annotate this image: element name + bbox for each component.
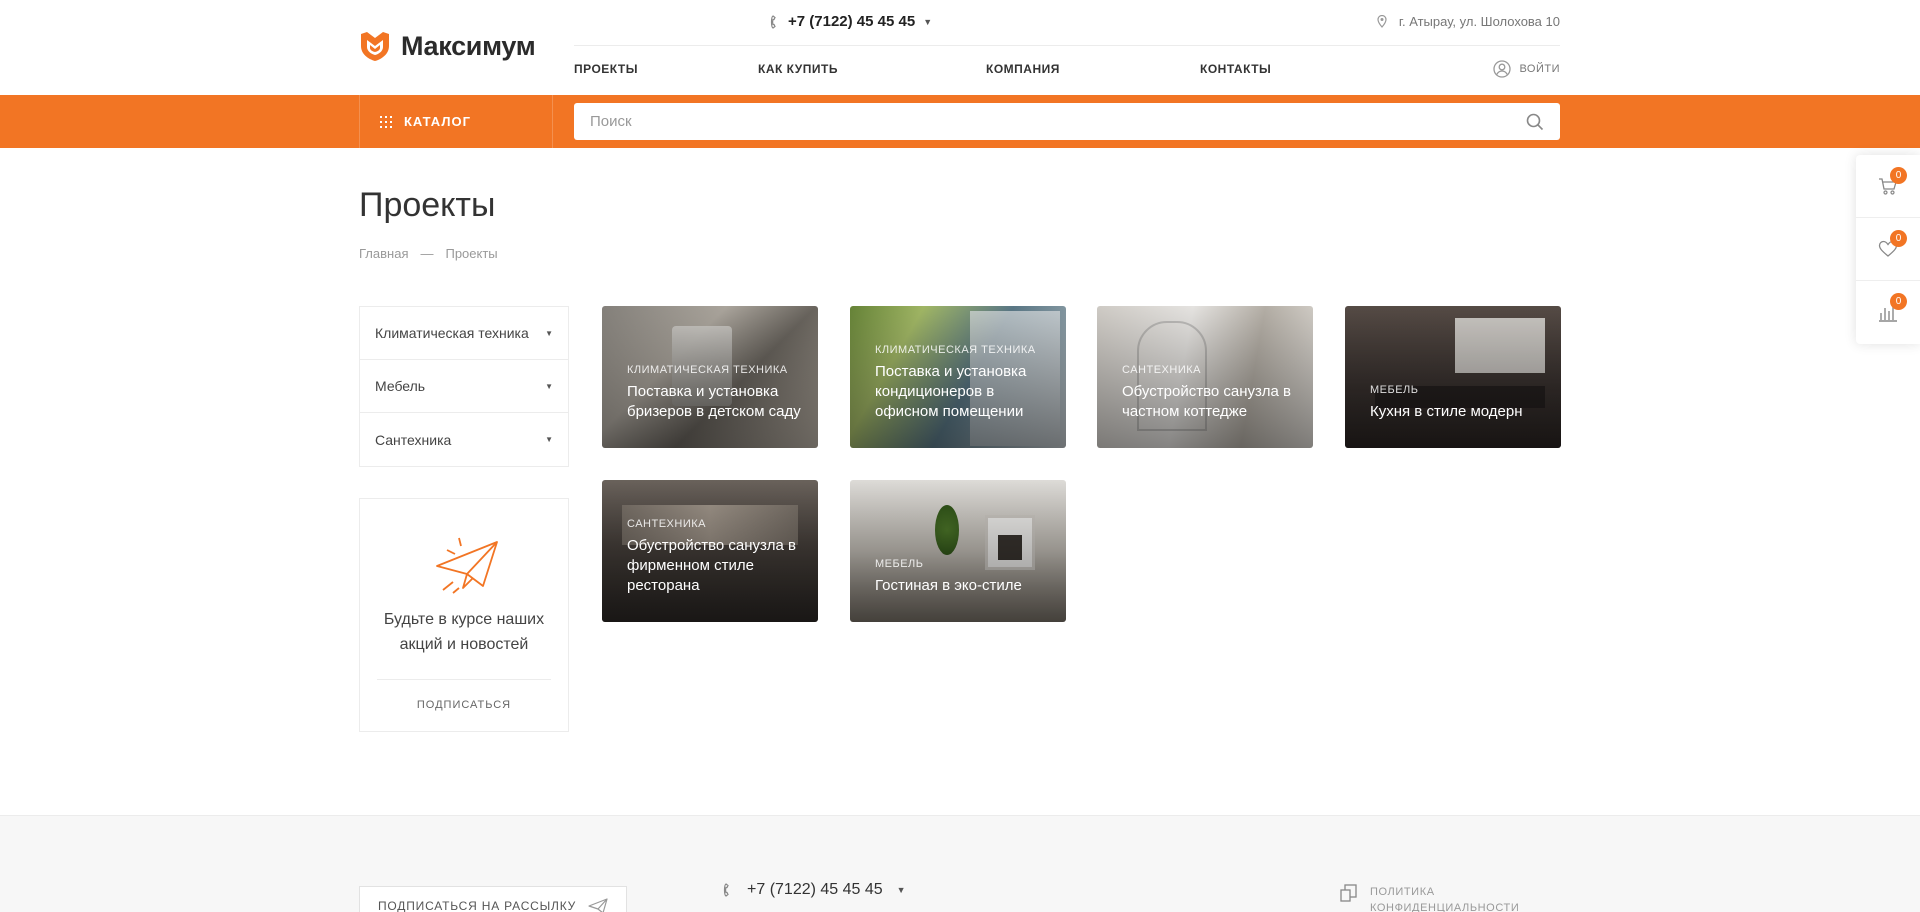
header-phone[interactable]: +7 (7122) 45 45 45 ▼	[770, 13, 932, 30]
search-box	[574, 103, 1560, 140]
logo-text: Максимум	[401, 30, 536, 61]
login-button[interactable]: ВОЙТИ	[1493, 60, 1560, 78]
cart-button[interactable]: 0	[1856, 155, 1920, 218]
subscribe-link[interactable]: ПОДПИСАТЬСЯ	[360, 699, 568, 711]
login-label: ВОЙТИ	[1519, 63, 1560, 75]
page-title: Проекты	[359, 186, 496, 224]
sidebar-menu: Климатическая техника ▼ Мебель ▼ Сантехн…	[359, 306, 569, 467]
chevron-down-icon: ▼	[923, 16, 933, 27]
project-card[interactable]: Мебель Кухня в стиле модерн	[1345, 306, 1561, 448]
footer-subscribe-label: ПОДПИСАТЬСЯ НА РАССЫЛКУ	[378, 899, 577, 912]
project-category: Климатическая техника	[627, 364, 788, 376]
favorites-count-badge: 0	[1890, 230, 1907, 247]
catalog-search-bar: КАТАЛОГ	[0, 95, 1920, 148]
project-title: Обустройство санузла в частном коттедже	[1122, 383, 1291, 420]
subscribe-widget: Будьте в курсе наших акций и новостей ПО…	[359, 498, 569, 732]
nav-contacts[interactable]: КОНТАКТЫ	[1200, 62, 1314, 76]
header-phone-number: +7 (7122) 45 45 45	[788, 13, 916, 30]
sidebar-item-label: Мебель	[375, 378, 426, 394]
footer-phone[interactable]: +7 (7122) 45 45 45 ▼	[723, 881, 906, 899]
compare-button[interactable]: 0	[1856, 281, 1920, 344]
main-nav: ПРОЕКТЫ КАК КУПИТЬ КОМПАНИЯ КОНТАКТЫ	[574, 62, 1314, 76]
paper-plane-icon	[588, 898, 608, 912]
site-footer: ПОДПИСАТЬСЯ НА РАССЫЛКУ +7 (7122) 45 45 …	[0, 815, 1920, 912]
project-card[interactable]: Климатическая техника Поставка и установ…	[602, 306, 818, 448]
header-address: г. Атырау, ул. Шолохова 10	[1377, 14, 1560, 29]
project-title: Гостиная в эко-стиле	[875, 577, 1022, 594]
breadcrumb-current: Проекты	[445, 246, 498, 261]
nav-company[interactable]: КОМПАНИЯ	[986, 62, 1200, 76]
subscribe-divider	[377, 679, 551, 680]
breadcrumb-separator: —	[420, 246, 434, 261]
sidebar-item-plumbing[interactable]: Сантехника ▼	[360, 413, 568, 466]
subscribe-text: Будьте в курсе наших акций и новостей	[383, 611, 545, 653]
chevron-down-icon: ▼	[545, 435, 553, 444]
footer-phone-number: +7 (7122) 45 45 45	[747, 881, 883, 898]
user-icon	[1493, 60, 1512, 78]
project-category: Климатическая техника	[875, 344, 1036, 356]
sidebar-item-climate[interactable]: Климатическая техника ▼	[360, 307, 568, 360]
project-title: Кухня в стиле модерн	[1370, 403, 1523, 420]
search-icon[interactable]	[1526, 113, 1544, 131]
phone-icon	[770, 14, 776, 29]
paper-plane-icon	[436, 537, 498, 594]
nav-projects[interactable]: ПРОЕКТЫ	[574, 62, 758, 76]
project-card[interactable]: Сантехника Обустройство санузла в фирмен…	[602, 480, 818, 622]
favorites-button[interactable]: 0	[1856, 218, 1920, 281]
privacy-policy-link[interactable]: ПОЛИТИКА КОНФИДЕНЦИАЛЬНОСТИ	[1340, 884, 1519, 912]
sidebar-item-furniture[interactable]: Мебель ▼	[360, 360, 568, 413]
catalog-label: КАТАЛОГ	[404, 114, 471, 129]
project-card[interactable]: Мебель Гостиная в эко-стиле	[850, 480, 1066, 622]
project-category: Сантехника	[627, 518, 706, 530]
sidebar-item-label: Сантехника	[375, 431, 452, 448]
policy-line-2: КОНФИДЕНЦИАЛЬНОСТИ	[1370, 902, 1520, 912]
project-title: Поставка и установка кондиционеров в офи…	[875, 363, 1027, 420]
phone-icon	[723, 883, 729, 897]
site-header: Максимум +7 (7122) 45 45 45 ▼ г. Атырау,…	[0, 0, 1920, 95]
cart-count-badge: 0	[1890, 167, 1907, 184]
logo[interactable]: Максимум	[359, 30, 536, 62]
search-input[interactable]	[590, 113, 1526, 130]
project-title: Поставка и установка бризеров в детском …	[627, 383, 801, 420]
address-text: г. Атырау, ул. Шолохова 10	[1398, 14, 1560, 29]
floating-panel: 0 0 0	[1856, 155, 1920, 344]
footer-subscribe-button[interactable]: ПОДПИСАТЬСЯ НА РАССЫЛКУ	[359, 886, 627, 912]
breadcrumb: Главная — Проекты	[359, 246, 498, 261]
sidebar-item-label: Климатическая техника	[375, 325, 529, 341]
project-category: Мебель	[1370, 384, 1419, 396]
policy-line-1: ПОЛИТИКА	[1370, 886, 1435, 898]
grid-icon	[380, 115, 392, 128]
chevron-down-icon: ▼	[896, 885, 906, 895]
project-category: Мебель	[875, 558, 924, 570]
location-pin-icon	[1377, 15, 1387, 28]
chevron-down-icon: ▼	[545, 328, 553, 338]
header-divider	[574, 45, 1560, 46]
document-icon	[1340, 884, 1357, 902]
project-title: Обустройство санузла в фирменном стиле р…	[627, 537, 796, 594]
breadcrumb-home[interactable]: Главная	[359, 246, 408, 261]
logo-icon	[361, 32, 389, 61]
catalog-button[interactable]: КАТАЛОГ	[359, 95, 553, 148]
project-category: Сантехника	[1122, 364, 1201, 376]
chevron-down-icon: ▼	[545, 381, 553, 391]
project-card[interactable]: Сантехника Обустройство санузла в частно…	[1097, 306, 1313, 448]
project-card[interactable]: Климатическая техника Поставка и установ…	[850, 306, 1066, 448]
compare-count-badge: 0	[1890, 293, 1907, 310]
nav-how-to-buy[interactable]: КАК КУПИТЬ	[758, 62, 986, 76]
